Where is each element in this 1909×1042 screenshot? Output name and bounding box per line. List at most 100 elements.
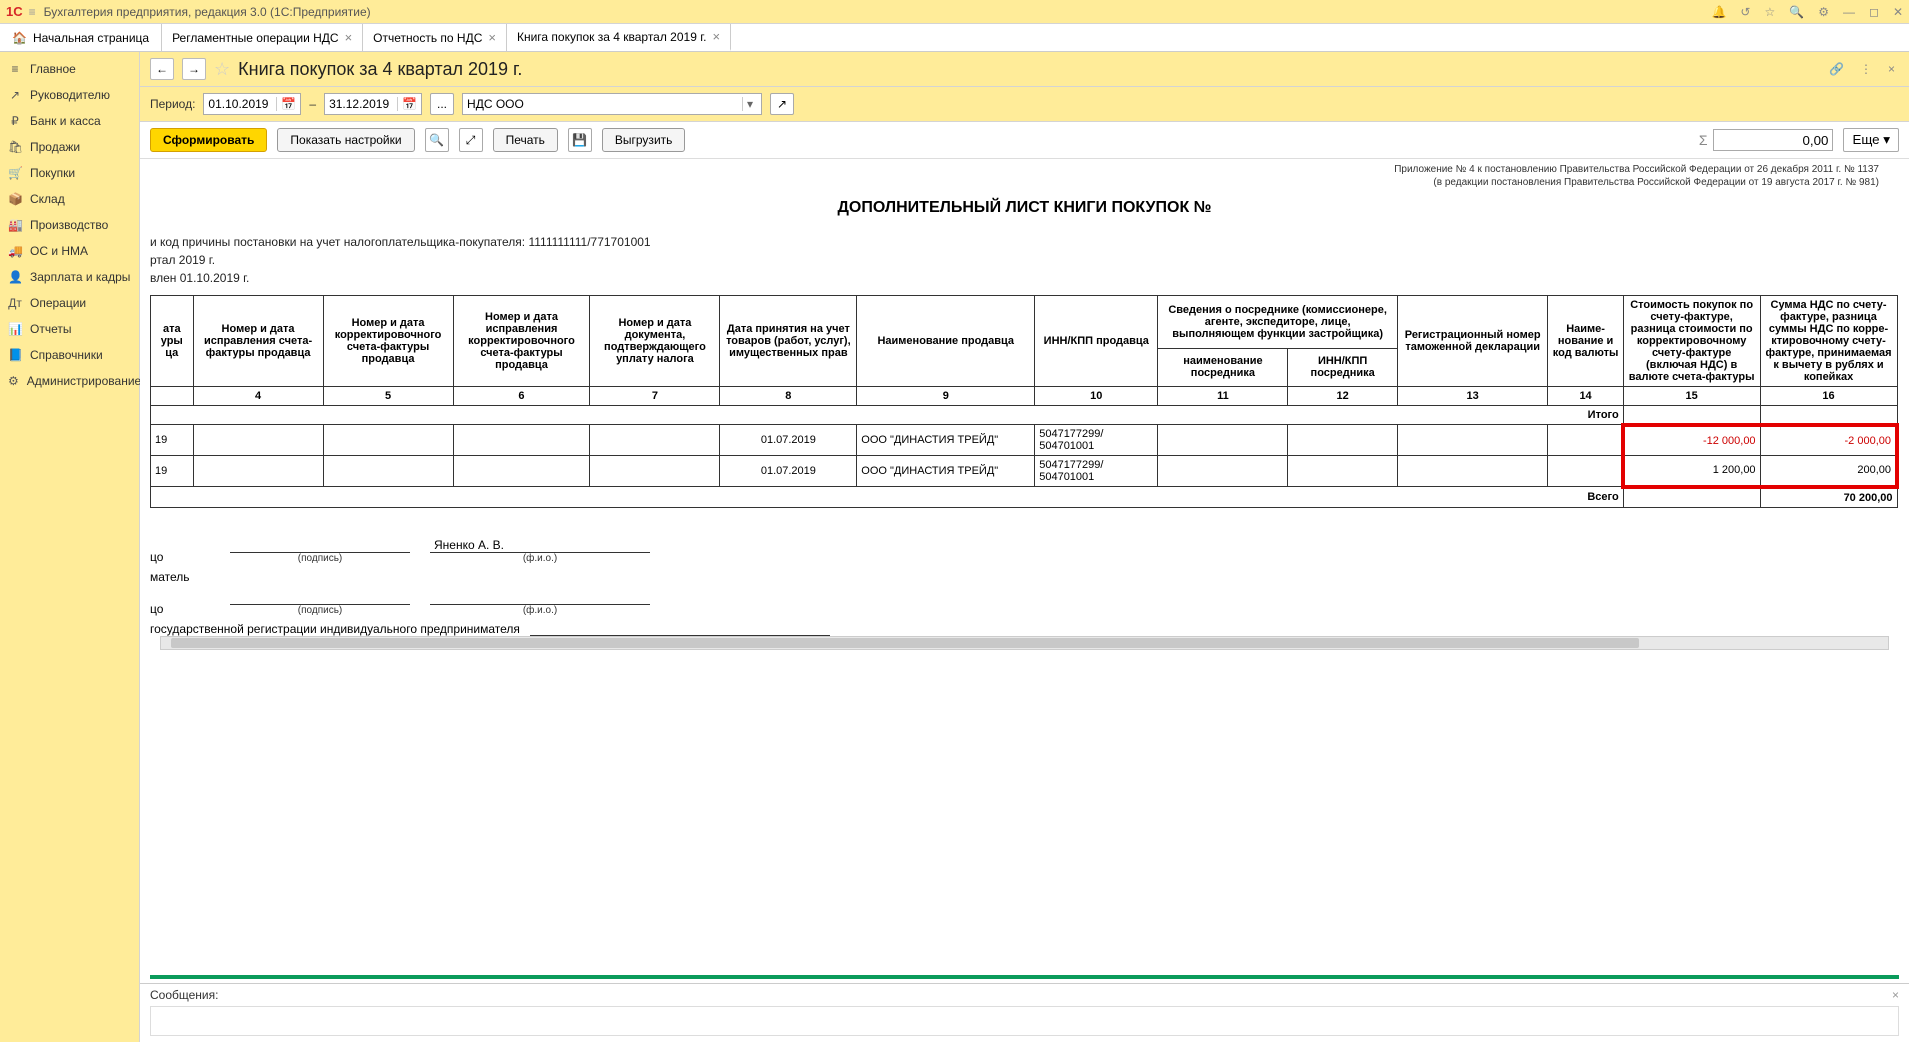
period-picker-button[interactable]: ... <box>430 93 454 115</box>
organization-value: НДС ООО <box>467 97 742 111</box>
progress-bar <box>150 975 1899 979</box>
sidebar-item-label: Продажи <box>30 140 80 154</box>
total-row: Всего70 200,00 <box>151 487 1898 508</box>
messages-close-icon[interactable]: × <box>1892 988 1899 1002</box>
sidebar-item-label: Руководителю <box>30 88 110 102</box>
col-h16: Сумма НДС по счету-фактуре, разница сумм… <box>1760 296 1897 387</box>
settings-icon[interactable]: ⚙ <box>1818 5 1829 19</box>
sidebar-item-10[interactable]: 📊Отчеты <box>0 316 139 342</box>
col-h9: Наименование продавца <box>857 296 1035 387</box>
col-h11: наименование посредника <box>1158 348 1288 386</box>
table-row: 1901.07.2019ООО "ДИНАСТИЯ ТРЕЙД"50471772… <box>151 456 1898 487</box>
sidebar-item-label: ОС и НМА <box>30 244 88 258</box>
sidebar-item-3[interactable]: 🛍Продажи <box>0 134 139 160</box>
save-button[interactable]: 💾 <box>568 128 592 152</box>
col-num: 13 <box>1397 387 1548 406</box>
col-h6: Номер и дата исправления корректировоч­н… <box>453 296 590 387</box>
col-h14: Наиме­нование и код валюты <box>1548 296 1623 387</box>
export-button[interactable]: Выгрузить <box>602 128 686 152</box>
col-h5: Номер и дата корректировоч­ного счета-фа… <box>323 296 453 387</box>
more-button[interactable]: Еще ▾ <box>1843 128 1899 152</box>
tab-close-icon[interactable]: × <box>345 30 353 45</box>
date-to-input[interactable] <box>325 94 397 114</box>
minimize-icon[interactable]: — <box>1843 5 1855 19</box>
horizontal-scrollbar[interactable] <box>160 636 1889 650</box>
find-button[interactable]: 🔍 <box>425 128 449 152</box>
tab-1[interactable]: Отчетность по НДС × <box>363 24 507 51</box>
sidebar-item-12[interactable]: ⚙Администрирование <box>0 368 139 394</box>
date-from[interactable]: 📅 <box>203 93 301 115</box>
messages-body <box>150 1006 1899 1036</box>
sidebar-item-7[interactable]: 🚚ОС и НМА <box>0 238 139 264</box>
bell-icon[interactable]: 🔔 <box>1711 5 1726 19</box>
tab-label: Регламентные операции НДС <box>172 31 339 45</box>
report-info-1: и код причины постановки на учет налогоп… <box>150 233 1899 251</box>
window-controls: 🔔 ↺ ☆ 🔍 ⚙ — ◻ ✕ <box>1711 5 1903 19</box>
col-int-group: Сведения о посреднике (комиссионере, аге… <box>1158 296 1398 349</box>
sidebar-item-6[interactable]: 🏭 Производство <box>0 212 139 238</box>
org-open-button[interactable]: ↗ <box>770 93 794 115</box>
maximize-icon[interactable]: ◻ <box>1869 5 1879 19</box>
date-from-input[interactable] <box>204 94 276 114</box>
kebab-icon[interactable]: ⋮ <box>1856 62 1876 76</box>
sidebar-item-label: Банк и касса <box>30 114 101 128</box>
organization-select[interactable]: НДС ООО ▾ <box>462 93 762 115</box>
sidebar-icon: Дт <box>8 296 22 310</box>
print-button[interactable]: Печать <box>493 128 558 152</box>
sidebar-item-1[interactable]: ↗ Руководителю <box>0 82 139 108</box>
sidebar-item-label: Операции <box>30 296 86 310</box>
page-header: ← → ☆ Книга покупок за 4 квартал 2019 г.… <box>140 52 1909 87</box>
sidebar-icon: 🏭 <box>8 218 22 232</box>
sidebar-item-label: Производство <box>30 218 108 232</box>
date-to[interactable]: 📅 <box>324 93 422 115</box>
period-toolbar: Период: 📅 – 📅 ... НДС ООО ▾ ↗ <box>140 87 1909 122</box>
settings-button[interactable]: Показать настройки <box>277 128 414 152</box>
favorite-icon[interactable]: ☆ <box>214 59 230 80</box>
form-button[interactable]: Сформировать <box>150 128 267 152</box>
home-tab[interactable]: 🏠 Начальная страница <box>0 24 162 51</box>
col-h8: Дата принятия на учет товаров (работ, ус… <box>720 296 857 387</box>
sidebar-icon: ⚙ <box>8 374 19 388</box>
sig-name: Яненко А. В. <box>430 538 650 553</box>
tab-close-icon[interactable]: × <box>488 30 496 45</box>
col-num: 15 <box>1623 387 1760 406</box>
app-logo: 1С <box>6 4 23 19</box>
close-page-icon[interactable]: × <box>1884 62 1899 76</box>
sidebar-item-0[interactable]: ≡Главное <box>0 56 139 82</box>
calendar-icon[interactable]: 📅 <box>397 97 421 111</box>
tab-0[interactable]: Регламентные операции НДС × <box>162 24 363 51</box>
sidebar-item-8[interactable]: 👤Зарплата и кадры <box>0 264 139 290</box>
history-icon[interactable]: ↺ <box>1740 5 1750 19</box>
col-num: 7 <box>590 387 720 406</box>
nav-back-button[interactable]: ← <box>150 58 174 80</box>
messages-panel: Сообщения: × <box>140 983 1909 1042</box>
sidebar-item-9[interactable]: Дт Операции <box>0 290 139 316</box>
tabs-bar: 🏠 Начальная страница Регламентные операц… <box>0 24 1909 52</box>
sum-input[interactable] <box>1713 129 1833 151</box>
sidebar-item-4[interactable]: 🛒Покупки <box>0 160 139 186</box>
expand-button[interactable]: ⤢ <box>459 128 483 152</box>
col-h15: Стоимость покупок по счету-фактуре, разн… <box>1623 296 1760 387</box>
star-icon[interactable]: ☆ <box>1764 5 1775 19</box>
tab-2[interactable]: Книга покупок за 4 квартал 2019 г. × <box>507 24 731 51</box>
dropdown-icon[interactable]: ▾ <box>742 97 757 111</box>
report-info-3: влен 01.10.2019 г. <box>150 269 1899 287</box>
page-title: Книга покупок за 4 квартал 2019 г. <box>238 59 1817 80</box>
main-menu-icon[interactable]: ≡ <box>29 5 36 19</box>
col-num: 12 <box>1288 387 1397 406</box>
nav-forward-button[interactable]: → <box>182 58 206 80</box>
sidebar-icon: ↗ <box>8 88 22 102</box>
link-icon[interactable]: 🔗 <box>1825 62 1848 76</box>
col-num: 10 <box>1035 387 1158 406</box>
calendar-icon[interactable]: 📅 <box>276 97 300 111</box>
sig-label-2: матель <box>150 570 210 584</box>
sidebar-item-5[interactable]: 📦Склад <box>0 186 139 212</box>
sig-label-3: цо <box>150 602 210 616</box>
search-icon[interactable]: 🔍 <box>1789 5 1804 19</box>
tab-close-icon[interactable]: × <box>712 29 720 44</box>
sidebar-icon: 🛒 <box>8 166 22 180</box>
sidebar-item-2[interactable]: ₽Банк и касса <box>0 108 139 134</box>
close-icon[interactable]: ✕ <box>1893 5 1903 19</box>
action-toolbar: Сформировать Показать настройки 🔍 ⤢ Печа… <box>140 122 1909 159</box>
sidebar-item-11[interactable]: 📘Справочники <box>0 342 139 368</box>
